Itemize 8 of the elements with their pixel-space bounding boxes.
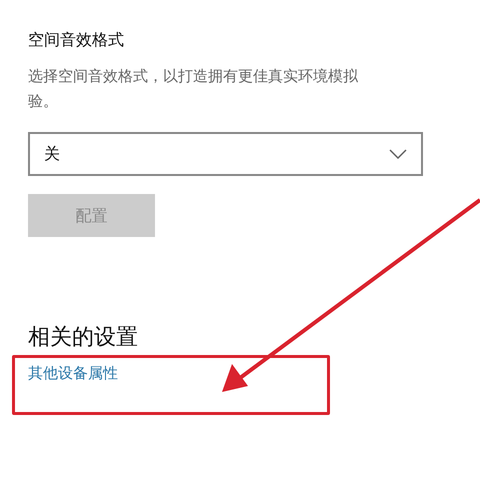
chevron-down-icon — [389, 149, 407, 159]
dropdown[interactable]: 关 — [28, 132, 423, 176]
section-title: 空间音效格式 — [28, 29, 125, 51]
settings-link[interactable]: 其他设备属性 — [28, 362, 118, 384]
dropdown-value: 关 — [44, 143, 60, 165]
section-title: 相关的设置 — [28, 324, 139, 352]
description-text: 验。 — [28, 91, 59, 112]
description-text: 选择空间音效格式，以打造拥有更佳真实环境模拟 — [28, 66, 359, 87]
